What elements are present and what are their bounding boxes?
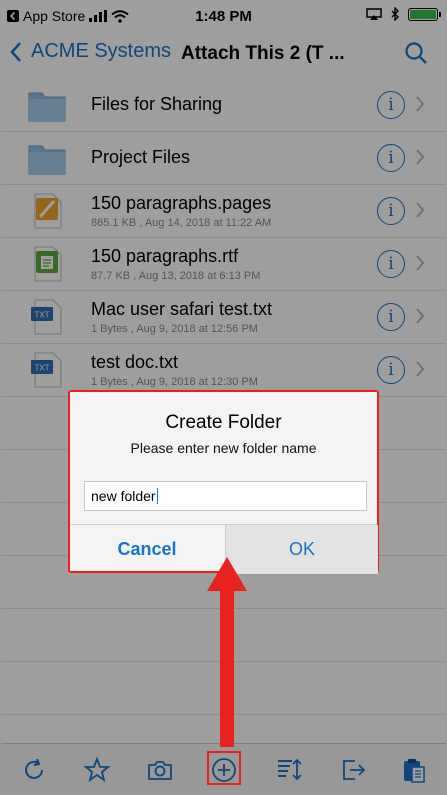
annotation-highlight-box [207,751,241,785]
dialog-message: Please enter new folder name [130,440,317,456]
screen: App Store 1:48 PM ACME Systems Attach Th… [0,0,447,795]
cancel-button[interactable]: Cancel [70,525,224,574]
folder-name-value: new folder [91,488,156,504]
ok-button[interactable]: OK [225,525,378,574]
text-cursor [156,488,158,504]
folder-name-input[interactable]: new folder [84,481,367,511]
annotation-arrow [207,557,247,747]
create-folder-dialog: Create Folder Please enter new folder na… [68,390,379,574]
dialog-title: Create Folder [165,412,282,433]
